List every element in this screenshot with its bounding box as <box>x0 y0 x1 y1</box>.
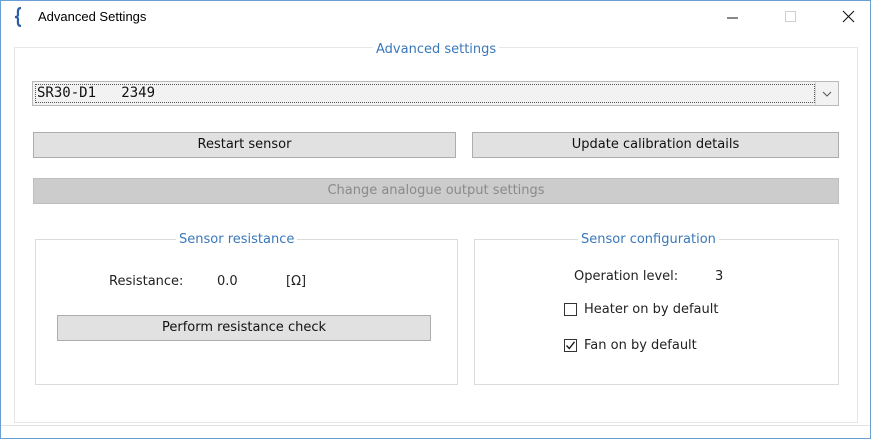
sensor-select-dropdown-button[interactable] <box>815 82 838 105</box>
sensor-select[interactable]: SR30-D1 2349 <box>32 81 839 106</box>
minimize-icon <box>727 17 738 19</box>
window-title: Advanced Settings <box>38 9 147 24</box>
operation-level-value: 3 <box>715 269 724 284</box>
heater-checkbox[interactable] <box>564 303 577 316</box>
chevron-down-icon <box>822 91 832 97</box>
close-icon <box>842 10 855 23</box>
restart-sensor-button[interactable]: Restart sensor <box>33 132 456 158</box>
fan-checkbox-label[interactable]: Fan on by default <box>584 338 697 353</box>
operation-level-label: Operation level: <box>574 269 679 284</box>
change-analogue-output-button[interactable]: Change analogue output settings <box>33 178 839 204</box>
minimize-button[interactable] <box>709 1 755 33</box>
sensor-select-value: SR30-D1 2349 <box>35 84 815 103</box>
update-calibration-button[interactable]: Update calibration details <box>472 132 839 158</box>
checkmark-icon <box>566 341 576 350</box>
sensor-resistance-legend: Sensor resistance <box>176 232 298 247</box>
close-button[interactable] <box>825 1 871 33</box>
sensor-configuration-legend: Sensor configuration <box>578 232 719 247</box>
fan-checkbox[interactable] <box>564 339 577 352</box>
curly-brace-icon <box>14 6 22 28</box>
advanced-settings-window: Advanced Settings Advanced settings SR30… <box>0 0 871 439</box>
advanced-settings-legend: Advanced settings <box>373 42 500 57</box>
maximize-button[interactable] <box>767 1 813 33</box>
perform-resistance-check-button[interactable]: Perform resistance check <box>57 315 431 341</box>
maximize-icon <box>785 11 796 22</box>
resistance-unit: [Ω] <box>286 274 307 289</box>
resistance-value: 0.0 <box>217 274 238 289</box>
heater-checkbox-label[interactable]: Heater on by default <box>584 302 718 317</box>
sensor-resistance-group <box>35 239 458 385</box>
bottom-divider <box>1 425 870 426</box>
resistance-label: Resistance: <box>109 274 184 289</box>
title-bar: Advanced Settings <box>1 1 870 33</box>
